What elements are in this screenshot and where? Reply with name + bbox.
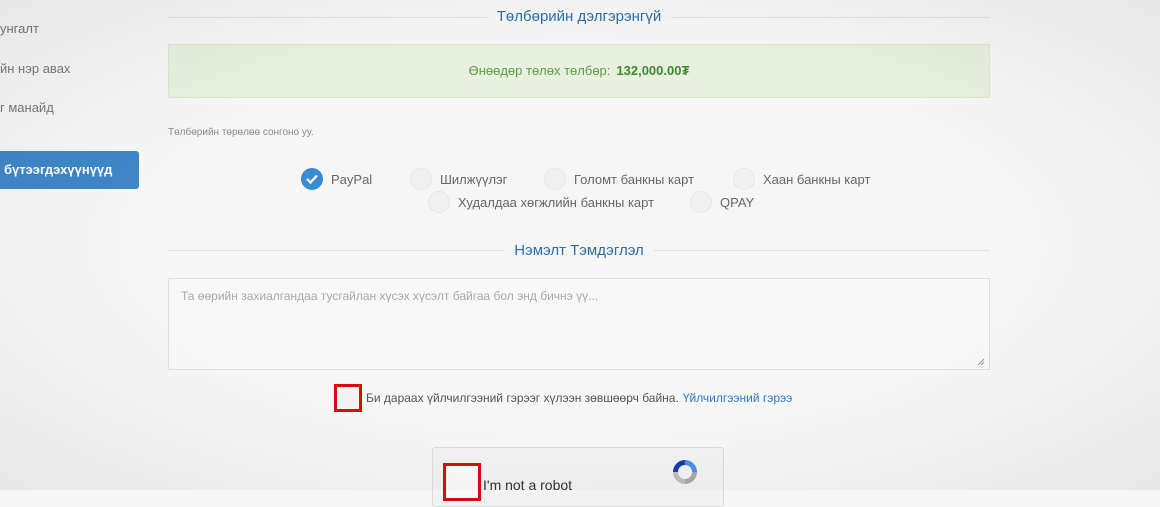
amount-due-value: 132,000.00₮ (616, 63, 690, 78)
radio-qpay-label: QPAY (720, 194, 755, 210)
radio-circle (733, 168, 755, 190)
recaptcha-logo-icon (673, 460, 697, 484)
radio-paypal[interactable]: PayPal (301, 168, 372, 190)
payment-method-hint: Төлбөрийн төрөлөө сонгоно уу. (168, 127, 314, 138)
radio-transfer-label: Шилжүүлэг (440, 171, 508, 187)
radio-circle (428, 191, 450, 213)
radio-golomt-card[interactable]: Голомт банкны карт (544, 168, 694, 190)
radio-tdb-card[interactable]: Худалдаа хөгжлийн банкны карт (428, 191, 654, 213)
radio-circle (690, 191, 712, 213)
recaptcha-widget: I'm not a robot (432, 447, 724, 507)
sidebar-item-2[interactable]: йн нэр авах (0, 61, 70, 76)
amount-due-label: Өнөөдөр төлөх төлбөр: (468, 63, 611, 78)
radio-circle (544, 168, 566, 190)
terms-agreement: Би дараах үйлчилгээний гэрээг хүлээн зөв… (334, 384, 792, 412)
radio-qpay[interactable]: QPAY (690, 191, 754, 213)
recaptcha-checkbox[interactable] (443, 463, 481, 501)
payment-section-title: Төлбөрийн дэлгэрэнгүй (168, 8, 990, 25)
radio-khan-card-label: Хаан банкны карт (763, 171, 871, 187)
radio-transfer[interactable]: Шилжүүлэг (410, 168, 507, 190)
notes-section-title: Нэмэлт Тэмдэглэл (168, 242, 990, 259)
radio-circle (410, 168, 432, 190)
amount-due-alert: Өнөөдөр төлөх төлбөр: 132,000.00₮ (168, 44, 990, 98)
sidebar-item-1[interactable]: унгалт (0, 21, 39, 36)
notes-textarea[interactable]: Та өөрийн захиалгандаа тусгайлан хүсэх х… (168, 278, 990, 370)
payment-section-title-text: Төлбөрийн дэлгэрэнгүй (486, 8, 672, 25)
terms-checkbox[interactable] (334, 384, 362, 412)
notes-placeholder: Та өөрийн захиалгандаа тусгайлан хүсэх х… (181, 289, 599, 303)
radio-paypal-label: PayPal (331, 171, 373, 187)
sidebar-item-3[interactable]: г манайд (0, 100, 54, 115)
radio-golomt-card-label: Голомт банкны карт (574, 171, 695, 187)
terms-link[interactable]: Үйлчилгээний гэрээ (683, 391, 792, 405)
checkmark-icon (301, 168, 323, 190)
resize-handle-icon[interactable] (976, 357, 985, 366)
radio-tdb-card-label: Худалдаа хөгжлийн банкны карт (458, 194, 655, 210)
checkout-form: Төлбөрийн дэлгэрэнгүй Өнөөдөр төлөх төлб… (168, 0, 990, 507)
sidebar: унгалт йн нэр авах г манайд бүтээгдэхүүн… (0, 0, 140, 490)
notes-section-title-text: Нэмэлт Тэмдэглэл (504, 242, 654, 259)
terms-text: Би дараах үйлчилгээний гэрээг хүлээн зөв… (366, 391, 679, 405)
sidebar-item-products-active[interactable]: бүтээгдэхүүнүүд (0, 151, 139, 189)
recaptcha-label: I'm not a robot (483, 477, 573, 493)
radio-khan-card[interactable]: Хаан банкны карт (733, 168, 870, 190)
